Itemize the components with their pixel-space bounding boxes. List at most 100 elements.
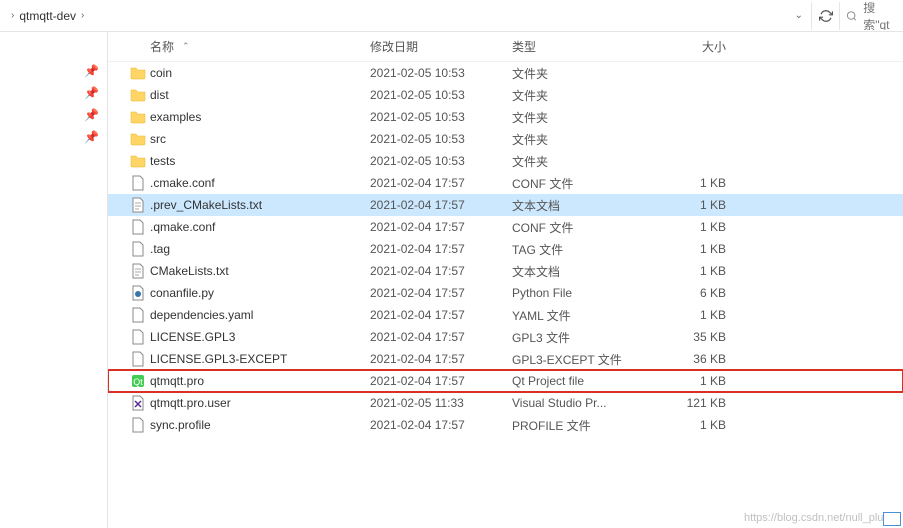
- breadcrumb-label: qtmqtt-dev: [19, 9, 76, 23]
- folder-icon: [130, 87, 146, 103]
- file-type: 文件夹: [512, 131, 654, 148]
- column-label: 名称: [150, 38, 174, 55]
- file-type: Visual Studio Pr...: [512, 396, 654, 410]
- breadcrumb[interactable]: › qtmqtt-dev › ⌄: [4, 9, 811, 23]
- file-date: 2021-02-04 17:57: [370, 418, 512, 432]
- file-type: Qt Project file: [512, 374, 654, 388]
- file-row[interactable]: coin2021-02-05 10:53文件夹: [108, 62, 903, 84]
- watermark: https://blog.csdn.net/null_plus_: [744, 512, 895, 524]
- file-name: .tag: [150, 242, 370, 256]
- file-icon: [130, 395, 146, 411]
- file-row[interactable]: .prev_CMakeLists.txt2021-02-04 17:57文本文档…: [108, 194, 903, 216]
- file-date: 2021-02-04 17:57: [370, 286, 512, 300]
- file-icon: [130, 197, 146, 213]
- file-size: 6 KB: [654, 286, 734, 300]
- file-name: LICENSE.GPL3-EXCEPT: [150, 352, 370, 366]
- file-row[interactable]: LICENSE.GPL3-EXCEPT2021-02-04 17:57GPL3-…: [108, 348, 903, 370]
- file-size: 1 KB: [654, 308, 734, 322]
- file-row[interactable]: LICENSE.GPL32021-02-04 17:57GPL3 文件35 KB: [108, 326, 903, 348]
- pin-icon: 📌: [0, 82, 107, 104]
- file-date: 2021-02-05 10:53: [370, 110, 512, 124]
- file-row[interactable]: CMakeLists.txt2021-02-04 17:57文本文档1 KB: [108, 260, 903, 282]
- chevron-right-icon: ›: [81, 10, 84, 21]
- main-area: 📌 📌 📌 📌 名称 ⌃ 修改日期 类型 大小 coin2021-02-05 1…: [0, 32, 903, 528]
- file-icon: Qt: [130, 373, 146, 389]
- breadcrumb-item[interactable]: qtmqtt-dev: [19, 9, 76, 23]
- file-type: PROFILE 文件: [512, 417, 654, 434]
- details-view-icon[interactable]: [883, 512, 901, 526]
- pin-icon: 📌: [0, 104, 107, 126]
- file-date: 2021-02-04 17:57: [370, 220, 512, 234]
- file-date: 2021-02-04 17:57: [370, 330, 512, 344]
- file-size: 36 KB: [654, 352, 734, 366]
- file-type: TAG 文件: [512, 241, 654, 258]
- file-type: 文件夹: [512, 87, 654, 104]
- search-icon: [846, 10, 857, 22]
- navigation-pane[interactable]: 📌 📌 📌 📌: [0, 32, 108, 528]
- file-row[interactable]: sync.profile2021-02-04 17:57PROFILE 文件1 …: [108, 414, 903, 436]
- file-name: coin: [150, 66, 370, 80]
- file-row[interactable]: Qtqtmqtt.pro2021-02-04 17:57Qt Project f…: [108, 370, 903, 392]
- file-size: 1 KB: [654, 264, 734, 278]
- file-date: 2021-02-04 17:57: [370, 198, 512, 212]
- file-date: 2021-02-05 10:53: [370, 154, 512, 168]
- search-input[interactable]: 搜索"qt: [839, 2, 899, 30]
- file-list-pane: 名称 ⌃ 修改日期 类型 大小 coin2021-02-05 10:53文件夹d…: [108, 32, 903, 528]
- file-type: Python File: [512, 286, 654, 300]
- file-icon: [130, 329, 146, 345]
- file-name: qtmqtt.pro.user: [150, 396, 370, 410]
- file-row[interactable]: .tag2021-02-04 17:57TAG 文件1 KB: [108, 238, 903, 260]
- file-icon: [130, 241, 146, 257]
- file-date: 2021-02-04 17:57: [370, 308, 512, 322]
- file-row[interactable]: dependencies.yaml2021-02-04 17:57YAML 文件…: [108, 304, 903, 326]
- column-header-date[interactable]: 修改日期: [370, 38, 512, 55]
- file-type: 文件夹: [512, 65, 654, 82]
- file-date: 2021-02-04 17:57: [370, 242, 512, 256]
- file-icon: [130, 285, 146, 301]
- file-row[interactable]: src2021-02-05 10:53文件夹: [108, 128, 903, 150]
- file-name: dependencies.yaml: [150, 308, 370, 322]
- pin-icon: 📌: [0, 126, 107, 148]
- file-type: 文件夹: [512, 153, 654, 170]
- file-type: GPL3-EXCEPT 文件: [512, 351, 654, 368]
- address-bar: › qtmqtt-dev › ⌄ 搜索"qt: [0, 0, 903, 32]
- file-row[interactable]: .cmake.conf2021-02-04 17:57CONF 文件1 KB: [108, 172, 903, 194]
- file-row[interactable]: tests2021-02-05 10:53文件夹: [108, 150, 903, 172]
- file-date: 2021-02-04 17:57: [370, 176, 512, 190]
- sort-ascending-icon: ⌃: [182, 41, 190, 52]
- column-headers: 名称 ⌃ 修改日期 类型 大小: [108, 32, 903, 62]
- file-type: CONF 文件: [512, 175, 654, 192]
- search-placeholder: 搜索"qt: [863, 2, 899, 30]
- file-date: 2021-02-04 17:57: [370, 264, 512, 278]
- column-header-size[interactable]: 大小: [654, 38, 734, 55]
- file-date: 2021-02-05 11:33: [370, 396, 512, 410]
- file-icon: [130, 219, 146, 235]
- refresh-button[interactable]: [811, 2, 839, 30]
- file-date: 2021-02-05 10:53: [370, 66, 512, 80]
- file-icon: [130, 263, 146, 279]
- file-date: 2021-02-04 17:57: [370, 374, 512, 388]
- file-size: 1 KB: [654, 242, 734, 256]
- file-date: 2021-02-05 10:53: [370, 132, 512, 146]
- file-name: LICENSE.GPL3: [150, 330, 370, 344]
- column-header-name[interactable]: 名称 ⌃: [108, 38, 370, 55]
- file-date: 2021-02-05 10:53: [370, 88, 512, 102]
- file-name: CMakeLists.txt: [150, 264, 370, 278]
- file-name: tests: [150, 154, 370, 168]
- file-row[interactable]: conanfile.py2021-02-04 17:57Python File6…: [108, 282, 903, 304]
- column-header-type[interactable]: 类型: [512, 38, 654, 55]
- refresh-icon: [819, 9, 833, 23]
- file-row[interactable]: .qmake.conf2021-02-04 17:57CONF 文件1 KB: [108, 216, 903, 238]
- file-size: 121 KB: [654, 396, 734, 410]
- folder-icon: [130, 131, 146, 147]
- file-row[interactable]: qtmqtt.pro.user2021-02-05 11:33Visual St…: [108, 392, 903, 414]
- file-row[interactable]: examples2021-02-05 10:53文件夹: [108, 106, 903, 128]
- file-row[interactable]: dist2021-02-05 10:53文件夹: [108, 84, 903, 106]
- file-type: 文本文档: [512, 197, 654, 214]
- file-type: 文本文档: [512, 263, 654, 280]
- chevron-down-icon[interactable]: ⌄: [795, 10, 803, 21]
- file-date: 2021-02-04 17:57: [370, 352, 512, 366]
- file-size: 1 KB: [654, 198, 734, 212]
- file-icon: [130, 417, 146, 433]
- file-type: CONF 文件: [512, 219, 654, 236]
